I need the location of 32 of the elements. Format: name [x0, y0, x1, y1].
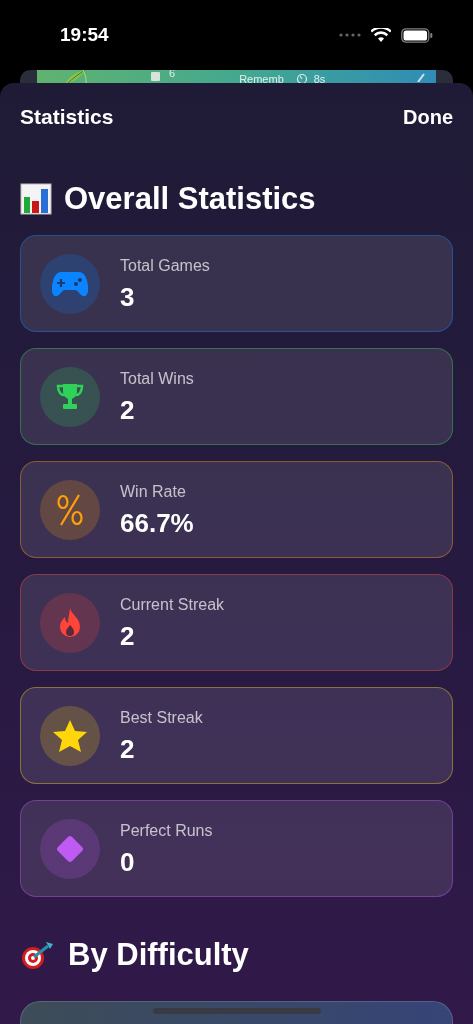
- stat-value: 2: [120, 733, 136, 764]
- done-button[interactable]: Done: [403, 102, 453, 132]
- count-text: 6: [169, 70, 176, 80]
- trophy-icon: [55, 381, 85, 412]
- sheet-title: Statistics: [20, 104, 114, 131]
- flame-icon: [58, 607, 82, 638]
- stat-value: 3: [120, 281, 136, 312]
- stat-label: Best Streak: [120, 707, 203, 728]
- stat-label: Total Games: [120, 255, 210, 276]
- stat-label: Perfect Runs: [120, 820, 213, 841]
- time-text: 8s: [313, 74, 326, 84]
- timer-icon: [295, 72, 308, 84]
- section-title: Overall Statistics: [64, 179, 316, 218]
- card-title: Rememb: [239, 74, 284, 84]
- percent-icon: [56, 493, 84, 526]
- stat-value: 0: [120, 846, 136, 877]
- signal-icon: [339, 33, 361, 37]
- star-icon: [52, 718, 88, 753]
- stat-value: 66.7%: [120, 507, 194, 538]
- status-time: 19:54: [60, 22, 109, 47]
- target-icon: [20, 939, 56, 971]
- stat-value: 2: [120, 394, 136, 425]
- stat-label: Total Wins: [120, 368, 194, 389]
- gamepad-icon: [52, 270, 88, 297]
- wifi-icon: [371, 27, 391, 43]
- stat-label: Win Rate: [120, 481, 187, 502]
- stat-label: Current Streak: [120, 594, 225, 615]
- bar-chart-icon: [20, 183, 52, 215]
- section-title: By Difficulty: [68, 935, 249, 974]
- battery-icon: [401, 27, 433, 43]
- stat-value: 2: [120, 620, 136, 651]
- square-icon: [151, 72, 160, 81]
